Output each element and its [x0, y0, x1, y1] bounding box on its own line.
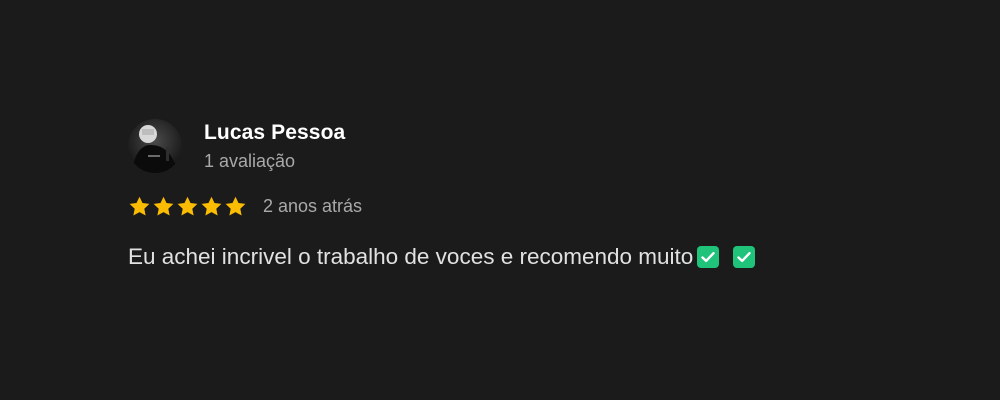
check-mark-button-icon	[733, 246, 756, 268]
review-text: Eu achei incrivel o trabalho de voces e …	[128, 244, 694, 269]
review-header: Lucas Pessoa 1 avaliação	[128, 117, 888, 175]
author-review-count: 1 avaliação	[204, 150, 296, 171]
star-icon	[176, 195, 199, 218]
review-body: Eu achei incrivel o trabalho de voces e …	[128, 241, 888, 273]
rating-row: 2 anos atrás	[128, 193, 888, 219]
author-name[interactable]: Lucas Pessoa	[204, 119, 345, 147]
check-mark-button-icon	[697, 246, 720, 268]
review-time-ago: 2 anos atrás	[263, 196, 363, 216]
avatar[interactable]	[128, 119, 182, 173]
star-icon	[128, 195, 151, 218]
star-rating	[128, 195, 248, 218]
star-icon	[200, 195, 223, 218]
avatar-photo-icon	[128, 119, 182, 173]
author-info: Lucas Pessoa 1 avaliação	[204, 119, 345, 174]
review-card: Lucas Pessoa 1 avaliação 2 anos atrás Eu…	[128, 117, 888, 273]
star-icon	[152, 195, 175, 218]
star-icon	[224, 195, 247, 218]
